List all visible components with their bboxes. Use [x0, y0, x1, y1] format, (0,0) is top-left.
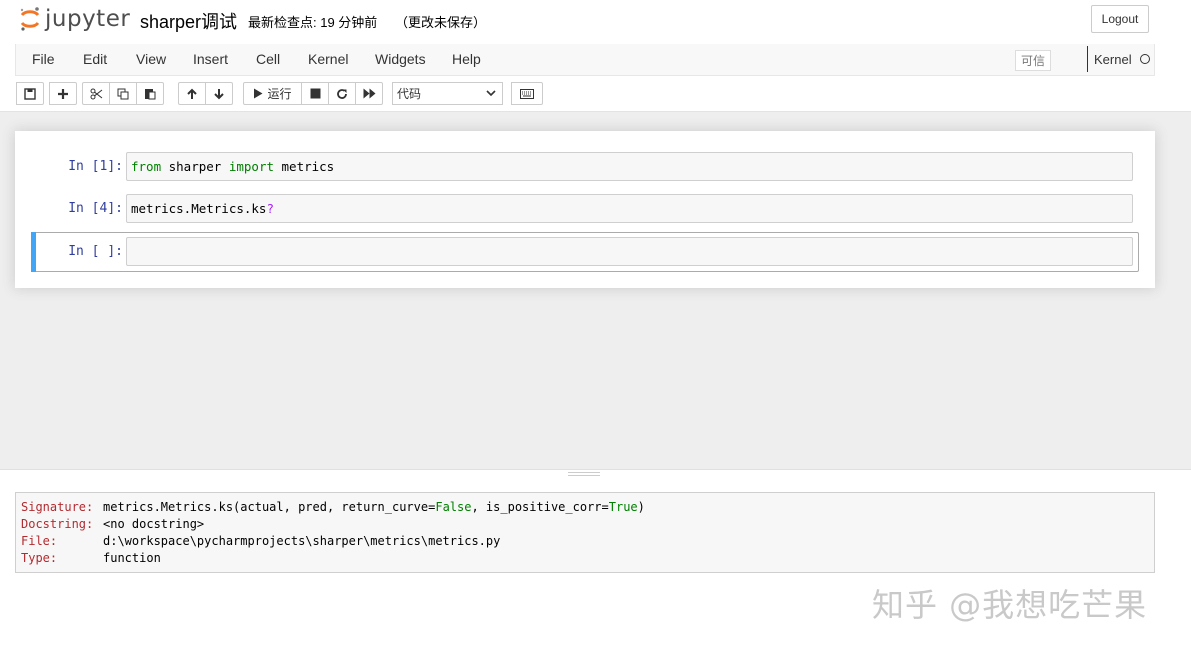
stop-icon — [310, 88, 321, 99]
header: jupyter sharper调试 最新检查点: 19 分钟前 （更改未保存） … — [0, 0, 1191, 112]
notebook-name[interactable]: sharper调试 — [140, 8, 237, 34]
menu-view[interactable]: View — [136, 51, 166, 67]
watermark: 知乎 @我想吃芒果 — [872, 580, 1147, 626]
command-palette-button[interactable] — [511, 82, 543, 105]
code-input[interactable] — [126, 237, 1133, 266]
code-text: sharper — [161, 159, 229, 174]
docstring-key: Docstring: — [21, 516, 103, 533]
scissors-icon — [90, 88, 103, 100]
logout-button[interactable]: Logout — [1091, 5, 1149, 33]
paste-icon — [144, 88, 156, 100]
copy-icon — [117, 88, 129, 100]
type-row: Type:function — [21, 550, 1154, 567]
toolbar-save-group — [16, 82, 44, 105]
insert-cell-button[interactable] — [49, 82, 77, 105]
docstring-value: <no docstring> — [103, 517, 204, 531]
code-input[interactable]: metrics.Metrics.ks? — [126, 194, 1133, 223]
type-key: Type: — [21, 550, 103, 567]
type-value: function — [103, 551, 161, 565]
save-button[interactable] — [16, 82, 44, 105]
input-prompt: In [4]: — [35, 201, 123, 216]
menu-cell[interactable]: Cell — [256, 51, 280, 67]
cell-type-value: 代码 — [397, 85, 421, 102]
run-label: 运行 — [267, 85, 291, 102]
move-up-button[interactable] — [178, 82, 206, 105]
drag-handle-icon[interactable] — [568, 472, 600, 476]
toolbar-insert-group — [49, 82, 77, 105]
signature-key: Signature: — [21, 499, 103, 516]
trusted-indicator[interactable]: 可信 — [1015, 50, 1051, 71]
jupyter-logo[interactable]: jupyter — [19, 4, 130, 34]
floppy-icon — [24, 88, 36, 100]
jupyter-logo-icon — [19, 6, 41, 32]
autosave-status: （更改未保存） — [395, 12, 486, 31]
paste-button[interactable] — [136, 82, 164, 105]
menu-help[interactable]: Help — [452, 51, 481, 67]
copy-button[interactable] — [109, 82, 137, 105]
code-text: metrics — [274, 159, 334, 174]
toolbar-edit-group — [82, 82, 164, 105]
keyboard-icon — [520, 89, 534, 99]
pager-output: Signature:metrics.Metrics.ks(actual, pre… — [15, 492, 1155, 573]
arrow-up-icon — [186, 88, 198, 100]
signature-true: True — [609, 500, 638, 514]
code-text: metrics.Metrics.ks — [131, 201, 266, 216]
restart-button[interactable] — [328, 82, 356, 105]
arrow-down-icon — [213, 88, 225, 100]
play-icon — [253, 88, 263, 99]
move-down-button[interactable] — [205, 82, 233, 105]
restart-run-all-button[interactable] — [355, 82, 383, 105]
restart-icon — [336, 88, 348, 100]
cell-type-select[interactable]: 代码 — [392, 82, 503, 105]
chevron-down-icon — [486, 88, 496, 98]
input-prompt: In [1]: — [35, 159, 123, 174]
menu-file[interactable]: File — [32, 51, 55, 67]
file-key: File: — [21, 533, 103, 550]
kernel-name: Kernel — [1094, 52, 1132, 67]
signature-close: ) — [638, 500, 645, 514]
run-button[interactable]: 运行 — [243, 82, 302, 105]
kernel-indicator: Kernel — [1087, 46, 1150, 72]
notebook-site[interactable]: In [1]: from sharper import metrics In [… — [0, 112, 1191, 469]
file-value: d:\workspace\pycharmprojects\sharper\met… — [103, 534, 500, 548]
signature-false: False — [435, 500, 471, 514]
kernel-idle-icon — [1140, 54, 1150, 64]
file-row: File:d:\workspace\pycharmprojects\sharpe… — [21, 533, 1154, 550]
toolbar-move-group — [178, 82, 233, 105]
menu-edit[interactable]: Edit — [83, 51, 107, 67]
menubar: File Edit View Insert Cell Kernel Widget… — [15, 44, 1155, 76]
fast-forward-icon — [363, 88, 376, 99]
toolbar-palette-group — [511, 82, 543, 105]
code-keyword: import — [229, 159, 274, 174]
pager-divider[interactable] — [0, 469, 1191, 478]
signature-row: Signature:metrics.Metrics.ks(actual, pre… — [21, 499, 1154, 516]
code-keyword: from — [131, 159, 161, 174]
input-prompt: In [ ]: — [35, 244, 123, 259]
menu-insert[interactable]: Insert — [193, 51, 228, 67]
notebook-container: In [1]: from sharper import metrics In [… — [15, 131, 1155, 288]
cut-button[interactable] — [82, 82, 110, 105]
menu-widgets[interactable]: Widgets — [375, 51, 426, 67]
menu-kernel[interactable]: Kernel — [308, 51, 348, 67]
signature-mid: , is_positive_corr= — [471, 500, 608, 514]
toolbar-run-group: 运行 — [243, 82, 383, 105]
docstring-row: Docstring:<no docstring> — [21, 516, 1154, 533]
logo-text: jupyter — [45, 6, 130, 32]
signature-text: metrics.Metrics.ks(actual, pred, return_… — [103, 500, 435, 514]
checkpoint-status: 最新检查点: 19 分钟前 — [248, 12, 377, 31]
code-input[interactable]: from sharper import metrics — [126, 152, 1133, 181]
interrupt-button[interactable] — [301, 82, 329, 105]
code-operator: ? — [266, 201, 274, 216]
plus-icon — [57, 88, 69, 100]
